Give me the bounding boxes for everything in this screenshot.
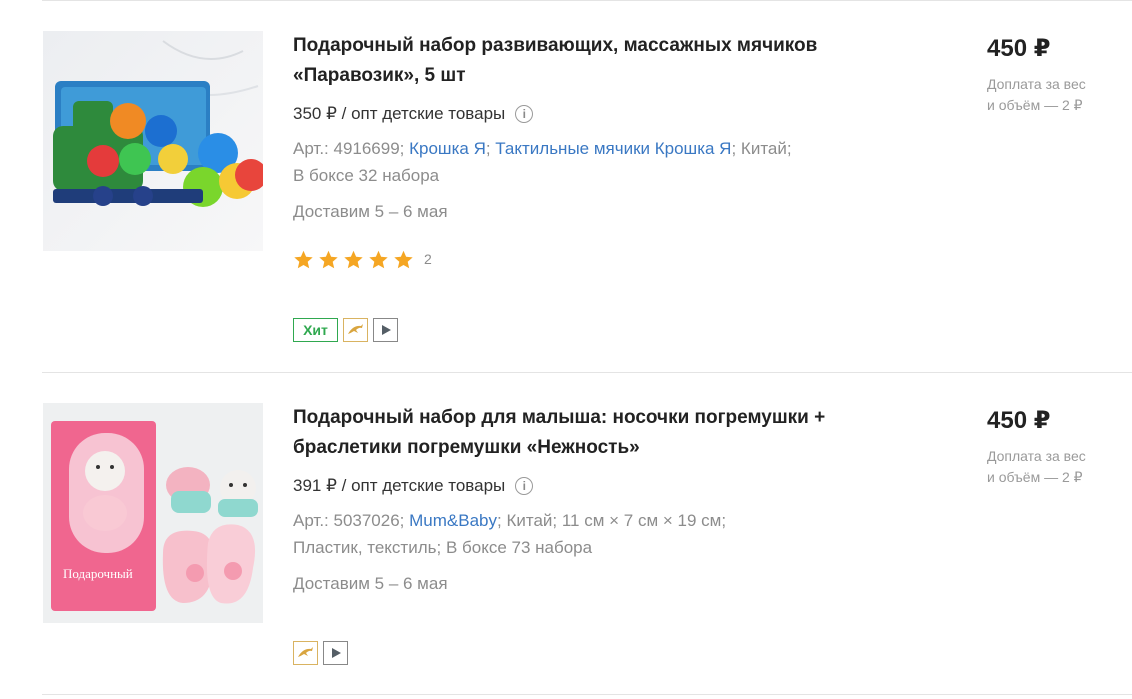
info-icon[interactable]: i [515,477,534,495]
product-image-socks[interactable]: Подарочный [43,403,263,623]
play-icon[interactable] [373,318,398,342]
dolphin-icon[interactable] [343,318,368,342]
badge-row: Хит [293,318,403,342]
product-title[interactable]: Подарочный набор развивающих, массажных … [293,31,893,91]
delivery-date: Доставим 5 – 6 мая [293,574,448,593]
surcharge-line-1: Доплата за вес [987,448,1086,464]
surcharge-line-1: Доплата за вес [987,76,1086,92]
product-price: 450 ₽ [987,407,1051,434]
star-icon [294,250,313,268]
product-meta: Арт.: 5037026; Mum&Baby; Китай; 11 см × … [293,507,893,561]
dolphin-icon[interactable] [293,641,318,665]
product-image-balls[interactable] [43,31,263,251]
product-rating[interactable]: 2 [293,247,893,271]
surcharge-line-2: и объём — 2 ₽ [987,469,1083,485]
country-text: ; Китай; [731,139,792,158]
review-count: 2 [424,251,432,267]
product-info: Подарочный набор развивающих, массажных … [293,31,893,271]
product-price: 450 ₽ [987,35,1051,62]
divider [42,0,1132,1]
info-icon[interactable]: i [515,105,534,123]
hit-badge: Хит [293,318,338,342]
wholesale-price-text: 350 ₽ / опт детские товары [293,104,506,123]
wholesale-price: 391 ₽ / опт детские товары i [293,473,893,499]
star-icon [369,250,388,268]
product-info: Подарочный набор для малыша: носочки пог… [293,403,893,597]
product-meta: Арт.: 4916699; Крошка Я; Тактильные мячи… [293,135,893,189]
material-box-quantity: Пластик, текстиль; В боксе 73 набора [293,538,593,557]
star-icon [344,250,363,268]
star-icon [319,250,338,268]
wholesale-price-text: 391 ₽ / опт детские товары [293,476,506,495]
play-icon[interactable] [323,641,348,665]
category-link[interactable]: Тактильные мячики Крошка Я [495,139,731,158]
box-quantity: В боксе 32 набора [293,166,440,185]
meta-separator: ; [485,139,496,158]
divider [42,694,1132,695]
weight-surcharge: Доплата за вес и объём — 2 ₽ [987,446,1117,488]
product-list: Подарочный набор развивающих, массажных … [0,0,1132,699]
brand-link[interactable]: Mum&Baby [409,511,497,530]
star-icon [394,250,413,268]
surcharge-line-2: и объём — 2 ₽ [987,97,1083,113]
product-title[interactable]: Подарочный набор для малыша: носочки пог… [293,403,893,463]
article-text: Арт.: 4916699; [293,139,410,158]
divider [42,372,1132,373]
price-block: 450 ₽ Доплата за вес и объём — 2 ₽ [987,406,1117,488]
wholesale-price: 350 ₽ / опт детские товары i [293,101,893,127]
country-size-text: ; Китай; 11 см × 7 см × 19 см; [497,511,727,530]
delivery-date: Доставим 5 – 6 мая [293,202,448,221]
badge-row [293,641,353,665]
svg-text:Подарочный: Подарочный [63,566,133,581]
article-text: Арт.: 5037026; [293,511,410,530]
brand-link[interactable]: Крошка Я [409,139,486,158]
price-block: 450 ₽ Доплата за вес и объём — 2 ₽ [987,34,1117,116]
weight-surcharge: Доплата за вес и объём — 2 ₽ [987,74,1117,116]
